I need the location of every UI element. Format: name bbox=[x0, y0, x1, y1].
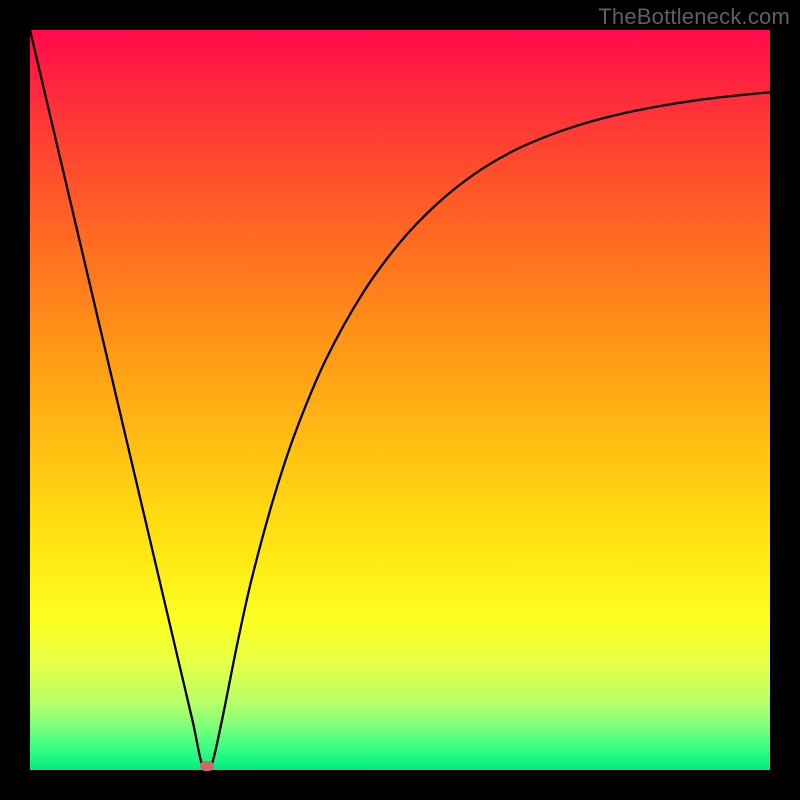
plot-svg bbox=[30, 30, 770, 770]
optimal-point-marker bbox=[200, 761, 214, 771]
watermark-text: TheBottleneck.com bbox=[598, 4, 790, 30]
bottleneck-curve bbox=[30, 30, 770, 770]
plot-frame bbox=[30, 30, 770, 770]
